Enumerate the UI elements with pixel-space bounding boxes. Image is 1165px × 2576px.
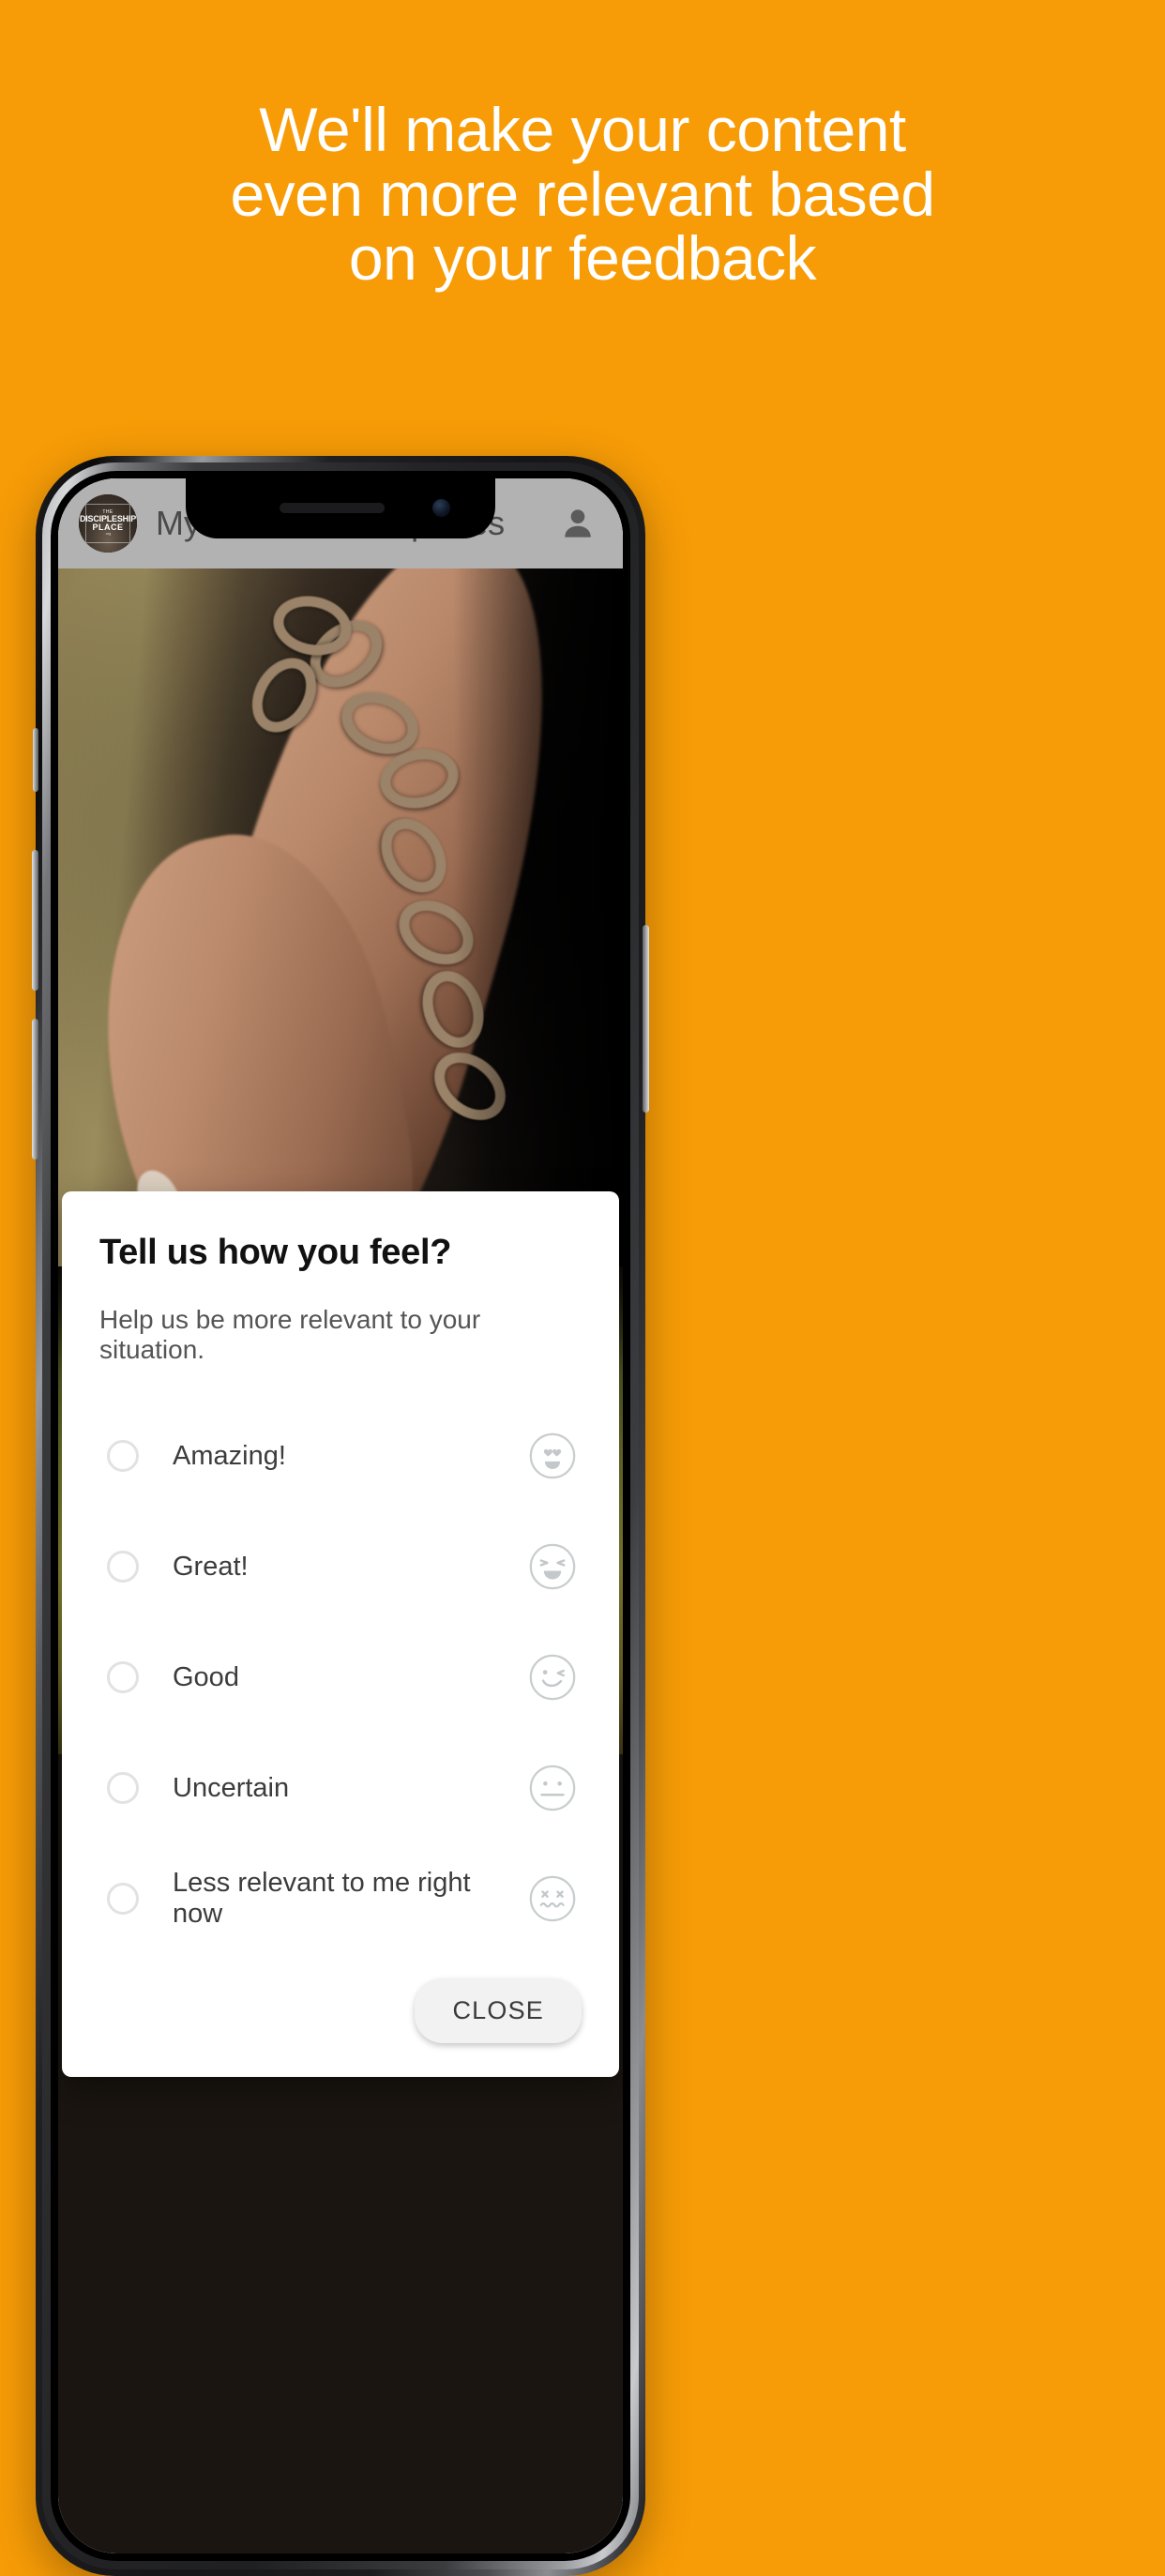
phone-notch (186, 478, 495, 538)
option-row-amazing[interactable]: Amazing! (99, 1401, 582, 1511)
option-label-amazing: Amazing! (173, 1440, 286, 1471)
front-camera-icon (432, 499, 450, 517)
person-icon[interactable] (557, 503, 598, 544)
radio-amazing[interactable] (107, 1440, 139, 1472)
option-row-good[interactable]: Good (99, 1622, 582, 1733)
brand-logo[interactable]: THE DISCIPLESHIP PLACE .org (79, 494, 137, 553)
dialog-actions: CLOSE (99, 1954, 582, 2049)
option-row-less-relevant[interactable]: Less relevant to me right now (99, 1843, 582, 1954)
feedback-options-list: Amazing! Great! Good Uncertain Less rele… (99, 1401, 582, 1954)
dizzy-face-icon (529, 1875, 576, 1922)
option-row-uncertain[interactable]: Uncertain (99, 1733, 582, 1843)
silent-switch-button[interactable] (33, 728, 38, 792)
winking-face-icon (529, 1654, 576, 1701)
headline-line-3: on your feedback (348, 223, 817, 294)
app-root: THE DISCIPLESHIP PLACE .org My Personal … (58, 478, 623, 2553)
volume-up-button[interactable] (32, 850, 38, 991)
volume-down-button[interactable] (32, 1019, 38, 1159)
brand-logo-wordmark: THE DISCIPLESHIP PLACE .org (80, 504, 136, 543)
earpiece-speaker (280, 503, 386, 513)
radio-great[interactable] (107, 1551, 139, 1583)
brand-logo-line-sub: .org (104, 532, 112, 537)
neutral-face-icon (529, 1765, 576, 1811)
headline-line-1: We'll make your content (259, 95, 906, 164)
option-row-great[interactable]: Great! (99, 1511, 582, 1622)
dialog-title: Tell us how you feel? (99, 1233, 452, 1272)
phone-screen: THE DISCIPLESHIP PLACE .org My Personal … (58, 478, 623, 2553)
headline-line-2: even more relevant based (230, 159, 935, 229)
promo-headline: We'll make your content even more releva… (0, 98, 1165, 291)
brand-logo-line-place: PLACE (92, 523, 124, 533)
radio-good[interactable] (107, 1661, 139, 1693)
option-label-less-relevant: Less relevant to me right now (173, 1868, 471, 1929)
option-label-uncertain: Uncertain (173, 1772, 290, 1803)
dialog-subtitle: Help us be more relevant to your situati… (99, 1305, 481, 1364)
laughing-face-icon (529, 1543, 576, 1590)
radio-uncertain[interactable] (107, 1772, 139, 1804)
option-label-good: Good (173, 1661, 239, 1692)
phone-mockup: THE DISCIPLESHIP PLACE .org My Personal … (32, 456, 649, 2576)
feedback-dialog: Tell us how you feel? Help us be more re… (62, 1191, 619, 2077)
option-label-great: Great! (173, 1551, 249, 1582)
heart-eyes-face-icon (529, 1432, 576, 1479)
radio-less-relevant[interactable] (107, 1883, 139, 1915)
close-button[interactable]: CLOSE (415, 1978, 582, 2043)
power-button[interactable] (643, 925, 649, 1113)
